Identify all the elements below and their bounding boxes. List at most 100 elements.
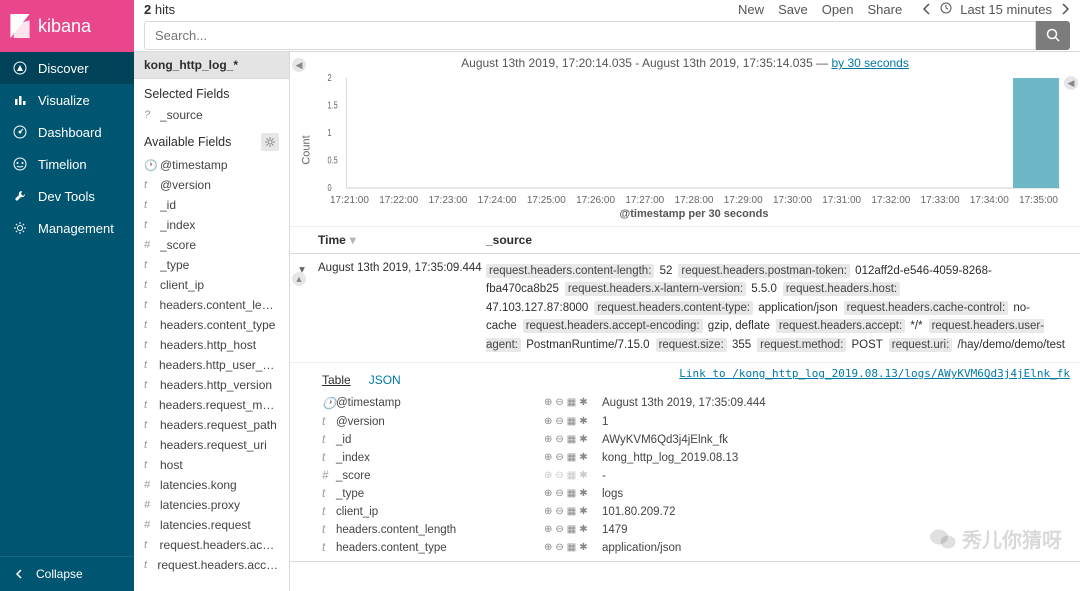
field-request-headers-accept[interactable]: trequest.headers.accept — [134, 535, 289, 555]
filter-for-icon[interactable]: ⊕ — [544, 524, 552, 535]
x-tick: 17:30:00 — [773, 195, 812, 206]
field--version[interactable]: t@version — [134, 175, 289, 195]
toggle-column-icon[interactable]: ▦ — [567, 452, 576, 463]
filter-out-icon[interactable]: ⊖ — [555, 470, 563, 481]
filter-for-icon[interactable]: ⊕ — [544, 488, 552, 499]
field-headers-http-user-agent[interactable]: theaders.http_user_agent — [134, 355, 289, 375]
filter-out-icon[interactable]: ⊖ — [555, 416, 563, 427]
time-range-label[interactable]: Last 15 minutes — [960, 2, 1052, 17]
index-pattern-selector[interactable]: kong_http_log_* — [134, 52, 289, 79]
filter-out-icon[interactable]: ⊖ — [555, 542, 563, 553]
field--index[interactable]: t_index — [134, 215, 289, 235]
field--type[interactable]: t_type — [134, 255, 289, 275]
exists-filter-icon[interactable]: ✱ — [579, 397, 587, 408]
exists-filter-icon[interactable]: ✱ — [579, 452, 587, 463]
exists-filter-icon[interactable]: ✱ — [579, 542, 587, 553]
toggle-column-icon[interactable]: ▦ — [567, 506, 576, 517]
column-header-source[interactable]: _source — [482, 227, 1080, 253]
search-input[interactable] — [144, 21, 1036, 50]
time-prev-icon[interactable] — [922, 3, 932, 15]
collapse-fields-handle[interactable]: ◀ — [292, 58, 306, 72]
filter-for-icon[interactable]: ⊕ — [544, 416, 552, 427]
field-headers-request-uri[interactable]: theaders.request_uri — [134, 435, 289, 455]
timelion-icon — [12, 156, 28, 172]
exists-filter-icon[interactable]: ✱ — [579, 506, 587, 517]
tab-table[interactable]: Table — [322, 373, 351, 387]
detail-value: 101.80.209.72 — [602, 506, 1072, 518]
interval-link[interactable]: by 30 seconds — [831, 56, 908, 70]
detail-key: headers.content_length — [336, 524, 544, 536]
clock-icon — [940, 2, 952, 17]
field-headers-request-method[interactable]: theaders.request_method — [134, 395, 289, 415]
doc-permalink[interactable]: Link to /kong_http_log_2019.08.13/logs/A… — [679, 367, 1080, 380]
filter-for-icon[interactable]: ⊕ — [544, 397, 552, 408]
toggle-column-icon[interactable]: ▦ — [567, 416, 576, 427]
filter-for-icon[interactable]: ⊕ — [544, 452, 552, 463]
share-link[interactable]: Share — [868, 2, 903, 17]
filter-for-icon[interactable]: ⊕ — [544, 470, 552, 481]
fields-settings-button[interactable] — [261, 133, 279, 151]
filter-for-icon[interactable]: ⊕ — [544, 434, 552, 445]
field-headers-content-type[interactable]: theaders.content_type — [134, 315, 289, 335]
nav-item-timelion[interactable]: Timelion — [0, 148, 134, 180]
tab-json[interactable]: JSON — [369, 373, 401, 387]
expand-row-toggle[interactable]: ▾ — [290, 254, 314, 362]
detail-value: August 13th 2019, 17:35:09.444 — [602, 397, 1072, 409]
field-latencies-request[interactable]: #latencies.request — [134, 515, 289, 535]
search-button[interactable] — [1036, 21, 1070, 50]
field-headers-http-version[interactable]: theaders.http_version — [134, 375, 289, 395]
exists-filter-icon[interactable]: ✱ — [579, 488, 587, 499]
filter-out-icon[interactable]: ⊖ — [555, 434, 563, 445]
filter-out-icon[interactable]: ⊖ — [555, 524, 563, 535]
time-next-icon[interactable] — [1060, 3, 1070, 15]
nav-item-management[interactable]: Management — [0, 212, 134, 244]
field-headers-content-length[interactable]: theaders.content_length — [134, 295, 289, 315]
field-headers-http-host[interactable]: theaders.http_host — [134, 335, 289, 355]
x-tick: 17:31:00 — [822, 195, 861, 206]
field-headers-request-path[interactable]: theaders.request_path — [134, 415, 289, 435]
field-latencies-proxy[interactable]: #latencies.proxy — [134, 495, 289, 515]
field-latencies-kong[interactable]: #latencies.kong — [134, 475, 289, 495]
toggle-column-icon[interactable]: ▦ — [567, 397, 576, 408]
filter-out-icon[interactable]: ⊖ — [555, 488, 563, 499]
field-type-icon: # — [322, 470, 336, 482]
nav-item-dashboard[interactable]: Dashboard — [0, 116, 134, 148]
source-key: request.headers.postman-token: — [678, 264, 850, 278]
collapse-histogram-handle[interactable]: ▲ — [292, 272, 306, 286]
toggle-column-icon[interactable]: ▦ — [567, 524, 576, 535]
field--score[interactable]: #_score — [134, 235, 289, 255]
nav-item-visualize[interactable]: Visualize — [0, 84, 134, 116]
collapse-chart-handle[interactable]: ◀ — [1064, 76, 1078, 90]
new-link[interactable]: New — [738, 2, 764, 17]
field--timestamp[interactable]: 🕐@timestamp — [134, 155, 289, 175]
exists-filter-icon[interactable]: ✱ — [579, 470, 587, 481]
save-link[interactable]: Save — [778, 2, 808, 17]
open-link[interactable]: Open — [822, 2, 854, 17]
field--source[interactable]: ?_source — [134, 105, 289, 125]
filter-out-icon[interactable]: ⊖ — [555, 452, 563, 463]
filter-out-icon[interactable]: ⊖ — [555, 506, 563, 517]
detail-key: headers.content_type — [336, 542, 544, 554]
exists-filter-icon[interactable]: ✱ — [579, 416, 587, 427]
collapse-button[interactable]: Collapse — [0, 556, 134, 591]
filter-for-icon[interactable]: ⊕ — [544, 542, 552, 553]
toggle-column-icon[interactable]: ▦ — [567, 542, 576, 553]
nav-item-discover[interactable]: Discover — [0, 52, 134, 84]
filter-for-icon[interactable]: ⊕ — [544, 506, 552, 517]
toggle-column-icon[interactable]: ▦ — [567, 434, 576, 445]
exists-filter-icon[interactable]: ✱ — [579, 434, 587, 445]
toggle-column-icon[interactable]: ▦ — [567, 470, 576, 481]
field--id[interactable]: t_id — [134, 195, 289, 215]
source-key: request.headers.cache-control: — [844, 301, 1009, 315]
nav-item-dev-tools[interactable]: Dev Tools — [0, 180, 134, 212]
detail-key: client_ip — [336, 506, 544, 518]
source-value: 52 — [660, 265, 673, 277]
toggle-column-icon[interactable]: ▦ — [567, 488, 576, 499]
column-header-time[interactable]: Time▾ — [314, 227, 482, 253]
filter-out-icon[interactable]: ⊖ — [555, 397, 563, 408]
exists-filter-icon[interactable]: ✱ — [579, 524, 587, 535]
field-host[interactable]: thost — [134, 455, 289, 475]
x-tick: 17:23:00 — [428, 195, 467, 206]
field-request-headers-accept-enco---[interactable]: trequest.headers.accept-enco... — [134, 555, 289, 575]
field-client-ip[interactable]: tclient_ip — [134, 275, 289, 295]
